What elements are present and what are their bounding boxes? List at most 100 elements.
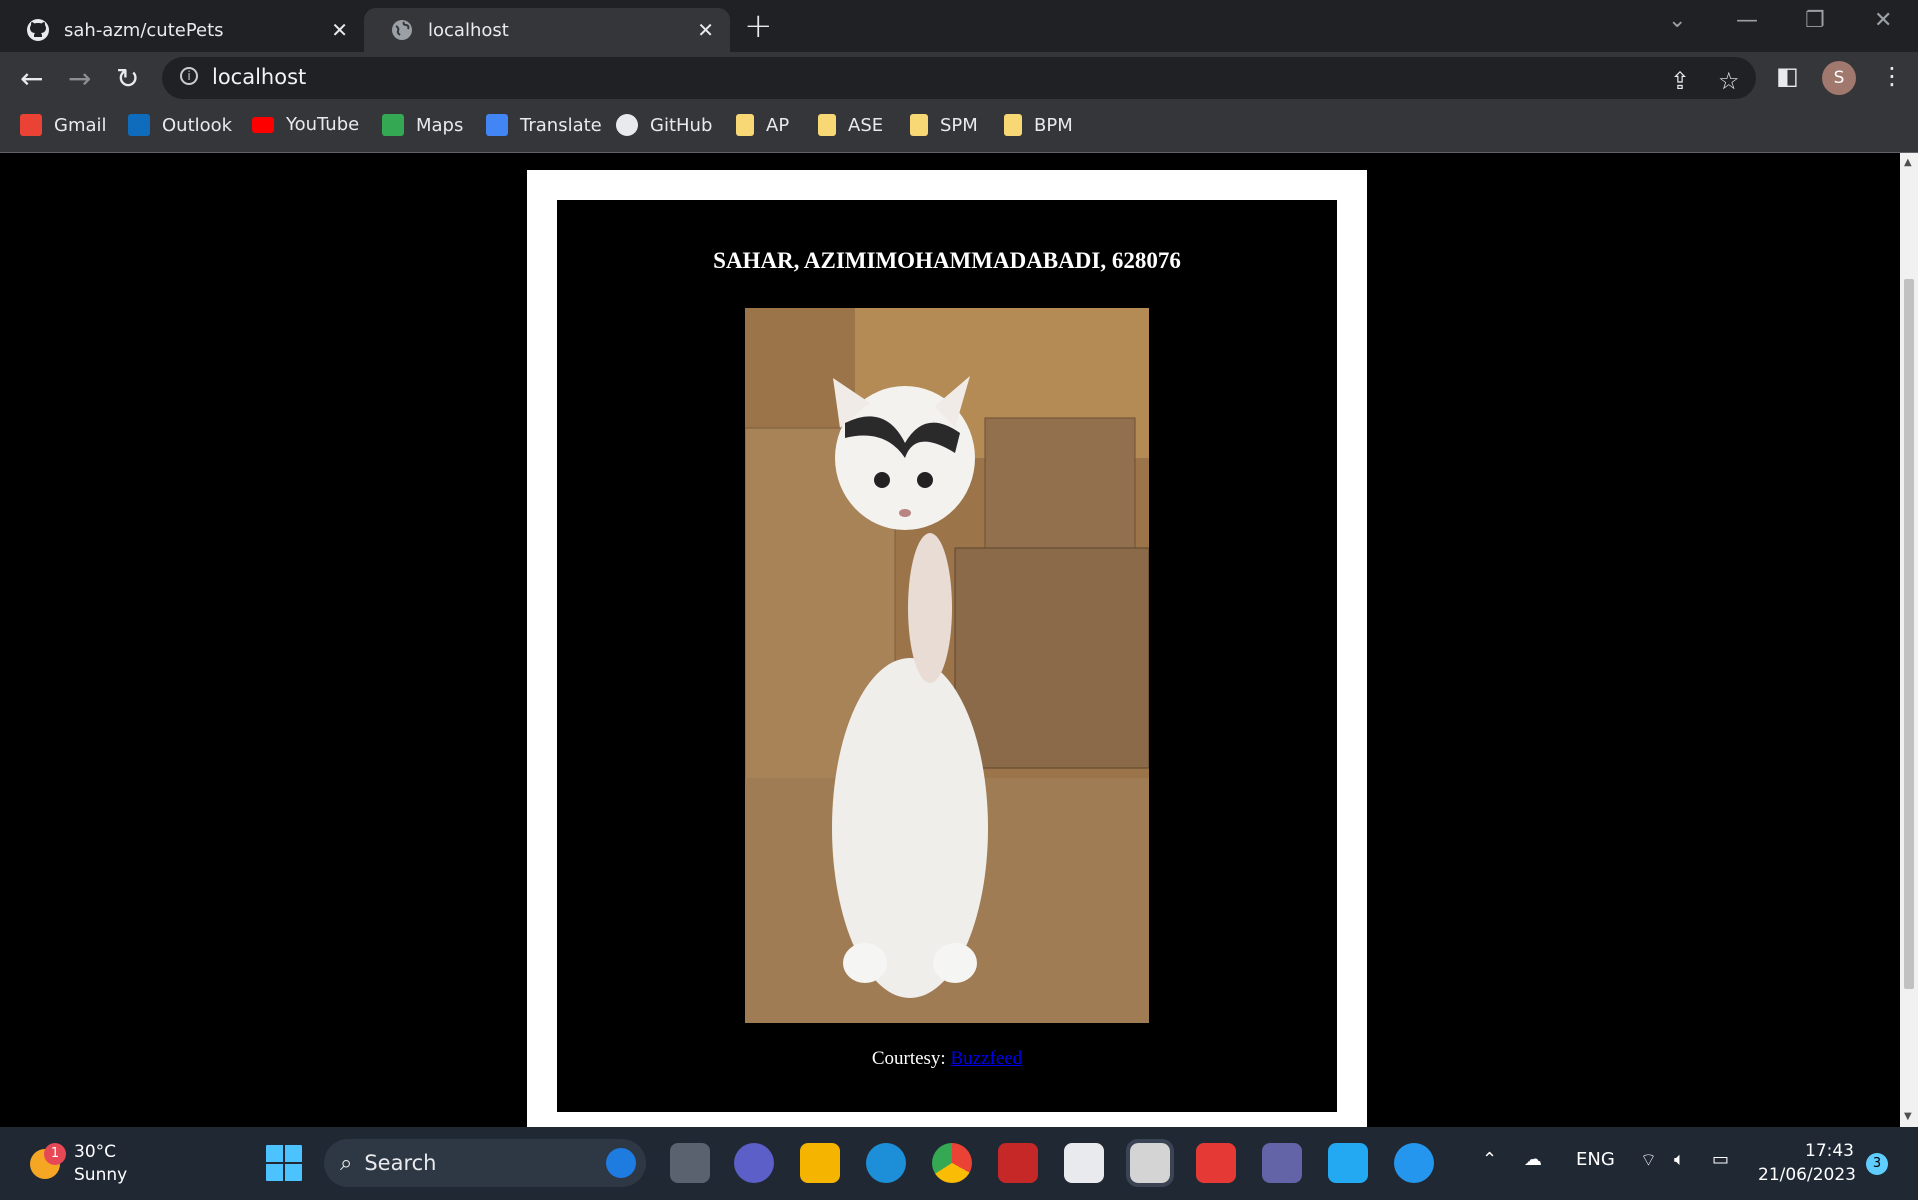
bookmark-folder-bpm[interactable]: BPM: [1004, 114, 1073, 136]
restore-icon[interactable]: ❐: [1805, 8, 1825, 33]
bookmark-folder-ase[interactable]: ASE: [818, 114, 883, 136]
folder-icon: [736, 114, 754, 136]
task-view-icon[interactable]: [670, 1143, 710, 1183]
tab-cutepets[interactable]: sah-azm/cutePets ✕: [0, 8, 364, 52]
forward-icon[interactable]: →: [68, 62, 91, 95]
scroll-up-icon[interactable]: ▲: [1904, 157, 1912, 168]
bookmark-label: SPM: [940, 114, 978, 136]
tab-strip: sah-azm/cutePets ✕ localhost ✕ + ⌄ — ❐ ✕: [0, 0, 1918, 52]
url-text: localhost: [212, 65, 307, 89]
bookmark-outlook[interactable]: Outlook: [128, 114, 232, 136]
bookmark-star-icon[interactable]: ☆: [1718, 67, 1740, 95]
buzzfeed-link[interactable]: Buzzfeed: [950, 1048, 1022, 1069]
site-info-icon[interactable]: i: [180, 67, 198, 85]
teams-chat-icon[interactable]: [734, 1143, 774, 1183]
onedrive-icon[interactable]: ☁: [1524, 1149, 1542, 1170]
minimize-icon[interactable]: —: [1736, 8, 1758, 33]
weather-widget[interactable]: 1 30°C Sunny: [30, 1141, 127, 1187]
folder-icon: [910, 114, 928, 136]
bookmarks-bar: Gmail Outlook YouTube Maps Translate Git…: [0, 104, 1918, 153]
tab-title: sah-azm/cutePets: [64, 19, 224, 41]
wifi-icon[interactable]: ⌔: [1640, 1149, 1657, 1172]
gmail-icon: [20, 114, 42, 136]
content-panel: SAHAR, AZIMIMOHAMMADABADI, 628076 Courte…: [557, 200, 1337, 1112]
courtesy-label: Courtesy:: [871, 1048, 946, 1069]
folder-icon: [1004, 114, 1022, 136]
chrome-icon[interactable]: [932, 1143, 972, 1183]
weather-desc: Sunny: [74, 1165, 128, 1185]
start-icon[interactable]: [264, 1143, 304, 1183]
close-window-icon[interactable]: ✕: [1874, 8, 1892, 33]
page-scrollbar[interactable]: ▲ ▼: [1900, 153, 1918, 1127]
tab-localhost[interactable]: localhost ✕: [364, 8, 730, 52]
tab-title: localhost: [428, 19, 509, 41]
bookmark-label: Outlook: [162, 114, 233, 136]
windows-taskbar: 1 30°C Sunny ⌕ Search ⌃ ☁ ENG ⌔ 🔈︎ ▭ 17:…: [0, 1127, 1918, 1200]
new-tab-button[interactable]: +: [744, 6, 773, 46]
bookmark-youtube[interactable]: YouTube: [252, 114, 359, 135]
sun-icon: 1: [30, 1143, 66, 1179]
battery-icon[interactable]: ▭: [1712, 1149, 1729, 1170]
bookmark-gmail[interactable]: Gmail: [20, 114, 107, 136]
sublime-icon[interactable]: [1196, 1143, 1236, 1183]
bookmark-label: Translate: [520, 114, 602, 136]
weather-temp: 30°C: [74, 1142, 117, 1162]
bookmark-label: ASE: [848, 114, 884, 136]
github-icon: [27, 19, 49, 41]
youtube-icon: [252, 116, 274, 133]
show-hidden-icons[interactable]: ⌃: [1482, 1149, 1497, 1170]
file-explorer-icon[interactable]: [800, 1143, 840, 1183]
bookmark-label: Maps: [416, 114, 464, 136]
bookmark-label: YouTube: [286, 114, 360, 135]
weather-badge: 1: [44, 1143, 66, 1165]
bookmark-folder-ap[interactable]: AP: [736, 114, 789, 136]
wps-icon[interactable]: [998, 1143, 1038, 1183]
menu-icon[interactable]: ⋮: [1880, 62, 1904, 90]
address-bar[interactable]: i localhost ⇪ ☆: [162, 57, 1756, 99]
close-tab-icon[interactable]: ✕: [331, 18, 348, 42]
bookmark-folder-spm[interactable]: SPM: [910, 114, 978, 136]
tab-search-icon[interactable]: ⌄: [1668, 8, 1686, 33]
close-tab-icon[interactable]: ✕: [697, 18, 714, 42]
cat-image: [745, 308, 1149, 1023]
volume-icon[interactable]: 🔈︎: [1674, 1149, 1685, 1170]
folder-icon: [818, 114, 836, 136]
bookmark-label: BPM: [1034, 114, 1073, 136]
taskbar-search[interactable]: ⌕ Search: [324, 1139, 646, 1187]
translate-icon: [486, 114, 508, 136]
edge-icon[interactable]: [866, 1143, 906, 1183]
language-indicator[interactable]: ENG: [1576, 1149, 1615, 1170]
store-icon[interactable]: [1064, 1143, 1104, 1183]
browser-toolbar: ← → ↻ i localhost ⇪ ☆ ◧ S ⋮: [0, 52, 1918, 104]
scroll-down-icon[interactable]: ▼: [1904, 1111, 1912, 1122]
scrollbar-thumb[interactable]: [1904, 279, 1914, 989]
bookmark-github[interactable]: GitHub: [616, 114, 712, 136]
docker-icon[interactable]: [1394, 1143, 1434, 1183]
clock-date: 21/06/2023: [1758, 1165, 1856, 1185]
share-icon[interactable]: ⇪: [1670, 67, 1690, 95]
courtesy-line: Courtesy: Buzzfeed: [557, 1048, 1337, 1070]
snipping-tool-icon[interactable]: [1126, 1139, 1174, 1187]
search-label: Search: [364, 1151, 437, 1175]
github-icon: [616, 114, 638, 136]
notification-badge[interactable]: 3: [1866, 1153, 1888, 1175]
system-clock[interactable]: 17:43 21/06/2023: [1758, 1139, 1856, 1187]
side-panel-icon[interactable]: ◧: [1776, 62, 1799, 90]
vscode-icon[interactable]: [1328, 1143, 1368, 1183]
bookmark-label: AP: [766, 114, 790, 136]
bookmark-label: GitHub: [650, 114, 713, 136]
profile-avatar[interactable]: S: [1822, 61, 1856, 95]
reload-icon[interactable]: ↻: [116, 62, 139, 95]
page-viewport: SAHAR, AZIMIMOHAMMADABADI, 628076 Courte…: [0, 153, 1900, 1127]
globe-icon: [392, 20, 412, 40]
clock-time: 17:43: [1805, 1141, 1854, 1161]
bookmark-maps[interactable]: Maps: [382, 114, 463, 136]
bookmark-translate[interactable]: Translate: [486, 114, 602, 136]
bing-icon[interactable]: [606, 1148, 636, 1178]
search-icon: ⌕: [340, 1150, 353, 1176]
maps-icon: [382, 114, 404, 136]
back-icon[interactable]: ←: [20, 62, 43, 95]
bookmark-label: Gmail: [54, 114, 107, 136]
page-heading: SAHAR, AZIMIMOHAMMADABADI, 628076: [713, 248, 1181, 273]
teams-icon[interactable]: [1262, 1143, 1302, 1183]
